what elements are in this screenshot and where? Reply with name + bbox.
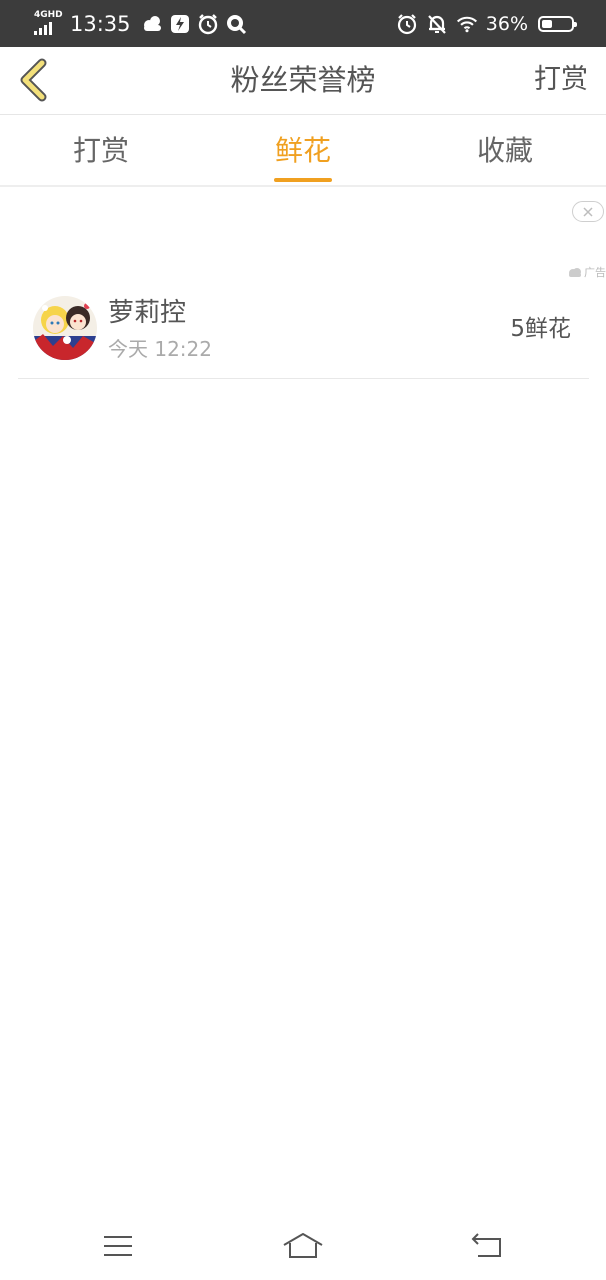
- status-bar: 4GHD 13:35 36%: [0, 0, 606, 47]
- alarm-icon: [396, 13, 418, 35]
- tab-label: 打赏: [72, 134, 129, 167]
- battery-tip: [574, 22, 577, 27]
- network-type: 4GHD: [34, 10, 63, 20]
- tip-button[interactable]: 打赏: [534, 47, 588, 113]
- signal-icon: 4GHD: [34, 10, 63, 37]
- tab-bar: 打赏 鲜花 收藏: [0, 115, 606, 187]
- close-icon: [583, 206, 593, 217]
- avatar[interactable]: [33, 296, 97, 360]
- menu-icon: [104, 1236, 132, 1256]
- home-button[interactable]: [279, 1222, 327, 1270]
- battery-level: [542, 20, 552, 28]
- tab-label: 鲜花: [274, 134, 331, 167]
- home-icon: [283, 1233, 323, 1258]
- status-time: 13:35: [70, 12, 131, 36]
- ad-close-button[interactable]: [572, 201, 604, 222]
- ad-text: 广告: [584, 266, 606, 279]
- navigation-bar: [0, 1210, 606, 1280]
- status-left: 4GHD 13:35: [34, 10, 247, 38]
- page-title: 粉丝荣誉榜: [230, 63, 376, 97]
- signal-bars: [34, 22, 52, 35]
- battery-icon: [538, 16, 577, 32]
- battery-percent: 36%: [485, 13, 528, 35]
- tab-tip[interactable]: 打赏: [0, 115, 202, 185]
- mute-bell-icon: [426, 13, 448, 35]
- avatar-anime-image: [33, 296, 97, 360]
- ad-cloud-icon: [569, 267, 581, 277]
- menu-button[interactable]: [94, 1222, 142, 1270]
- fan-list-item[interactable]: 萝莉控 今天 12:22 5鲜花: [18, 282, 589, 379]
- fan-gift-count: 5鲜花: [510, 316, 571, 342]
- back-nav-button[interactable]: [463, 1222, 511, 1270]
- q-app-icon: [225, 13, 247, 35]
- title-bar: 粉丝荣誉榜 打赏: [0, 47, 606, 115]
- ad-label: 广告: [568, 264, 606, 280]
- status-right: 36%: [396, 10, 577, 38]
- back-icon: [471, 1233, 501, 1257]
- alarm-icon: [197, 13, 219, 35]
- cloud-icon: [141, 13, 163, 35]
- fan-name: 萝莉控: [108, 298, 187, 328]
- flash-icon: [169, 13, 191, 35]
- fan-time: 今天 12:22: [108, 337, 212, 361]
- tab-favorites[interactable]: 收藏: [404, 115, 606, 185]
- wifi-icon: [456, 13, 478, 35]
- tab-underline: [274, 178, 332, 182]
- tab-flowers[interactable]: 鲜花: [202, 115, 404, 185]
- tab-label: 收藏: [476, 134, 533, 167]
